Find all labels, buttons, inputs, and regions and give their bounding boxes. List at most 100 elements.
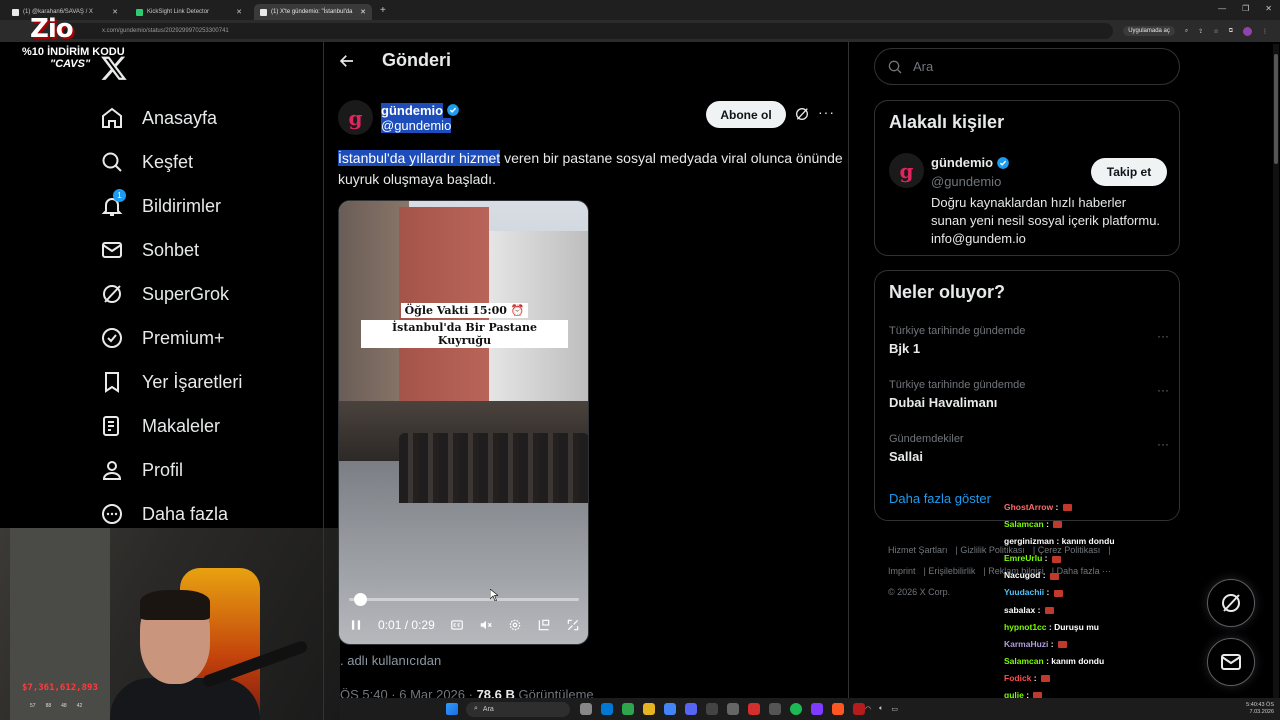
fullscreen-icon[interactable] [566, 618, 580, 632]
folder-icon[interactable] [643, 703, 655, 715]
battery-icon[interactable]: ▭ [891, 705, 898, 713]
related-name[interactable]: gündemio [931, 155, 993, 170]
app-icon[interactable] [853, 703, 865, 715]
page-scrollbar-thumb[interactable] [1274, 54, 1278, 164]
app-icon[interactable] [811, 703, 823, 715]
chat-emote-icon [1051, 555, 1061, 563]
app-icon[interactable] [832, 703, 844, 715]
app-icon[interactable] [580, 703, 592, 715]
verified-badge-icon [447, 104, 459, 116]
app-icon[interactable] [706, 703, 718, 715]
nav-bookmarks[interactable]: Yer İşaretleri [100, 360, 242, 404]
profile-icon [102, 461, 122, 480]
app-icon[interactable] [748, 703, 760, 715]
picture-in-picture-icon[interactable] [537, 618, 551, 632]
nav-articles[interactable]: Makaleler [100, 404, 242, 448]
share-icon[interactable]: ⇪ [1198, 28, 1203, 35]
author-avatar[interactable]: g [338, 100, 373, 135]
related-avatar[interactable]: g [889, 153, 924, 188]
mute-icon[interactable] [479, 618, 493, 632]
nav-label: Yer İşaretleri [142, 371, 243, 392]
nav-chat[interactable]: Sohbet [100, 228, 242, 272]
follow-button[interactable]: Takip et [1091, 158, 1167, 186]
grok-floating-button[interactable] [1207, 579, 1255, 627]
messages-floating-button[interactable] [1207, 638, 1255, 686]
tab-title: (1) X'te gündemio: "İstanbul'da [271, 9, 353, 15]
nav-notifications[interactable]: 1 Bildirimler [100, 184, 242, 228]
related-name-row[interactable]: gündemio [931, 155, 1010, 170]
url-field[interactable]: x.com/gundemio/status/202929997025330074… [62, 23, 1114, 39]
browser-menu-icon[interactable]: ⋮ [1262, 28, 1268, 35]
settings-gear-icon[interactable] [508, 618, 522, 632]
video-attribution[interactable]: . adlı kullanıcıdan [340, 653, 441, 668]
app-icon[interactable] [727, 703, 739, 715]
post-more-icon[interactable]: ··· [818, 104, 835, 120]
close-tab-icon[interactable]: ✕ [360, 8, 366, 16]
video-caption: Öğle Vakti 15:00 ⏰ İstanbul'da Bir Pasta… [361, 301, 568, 350]
footer-link[interactable]: Erişilebilirlik [928, 566, 975, 576]
chat-username: sabalax [1004, 604, 1036, 615]
new-tab-button[interactable]: + [380, 5, 386, 16]
profile-avatar-icon[interactable] [1243, 26, 1252, 36]
close-tab-icon[interactable]: ✕ [236, 8, 242, 16]
nav-home[interactable]: Anasayfa [100, 96, 242, 140]
trend-item[interactable]: Türkiye tarihinde gündemde Dubai Havalim… [889, 379, 1169, 410]
nav-premium[interactable]: Premium+ [100, 316, 242, 360]
author-name[interactable]: gündemio [381, 102, 444, 118]
nav-supergrok[interactable]: SuperGrok [100, 272, 242, 316]
x-logo-icon[interactable] [100, 54, 128, 82]
taskbar-search[interactable]: ⌕ Ara [466, 701, 570, 717]
spotify-icon[interactable] [790, 703, 802, 715]
windows-start-icon[interactable] [446, 703, 458, 715]
nav-explore[interactable]: Keşfet [100, 140, 242, 184]
restore-icon[interactable]: ❐ [1242, 4, 1249, 13]
trends-title: Neler oluyor? [889, 282, 1006, 302]
search-input[interactable]: Ara [874, 48, 1180, 85]
pause-icon[interactable] [349, 618, 363, 632]
related-handle[interactable]: @gundemio [931, 174, 1001, 189]
sponsor-logo-text: Zio [30, 14, 74, 44]
post-author[interactable]: g gündemio @gundemio [338, 100, 460, 135]
app-icon[interactable] [769, 703, 781, 715]
extensions-icon[interactable]: ⧉ [1229, 28, 1233, 35]
subscribe-button[interactable]: Abone ol [706, 101, 786, 128]
grok-explain-icon[interactable] [794, 106, 810, 122]
footer-link[interactable]: Imprint [888, 566, 916, 576]
post-video[interactable]: Öğle Vakti 15:00 ⏰ İstanbul'da Bir Pasta… [338, 200, 589, 645]
video-progress-bar[interactable] [349, 598, 579, 601]
related-people-title: Alakalı kişiler [889, 112, 1005, 132]
taskbar-clock[interactable]: 5:40:43 ÖS 7.03.2026 [1246, 702, 1274, 716]
minimize-icon[interactable]: — [1218, 4, 1226, 13]
bookmark-star-icon[interactable]: ☆ [1213, 28, 1218, 35]
captions-icon[interactable] [450, 618, 464, 632]
mail-icon [102, 242, 122, 258]
browser-tab-2[interactable]: KickSight Link Detector ✕ [130, 4, 248, 20]
chat-separator: : [1044, 587, 1052, 598]
wifi-icon[interactable]: ◠ [865, 705, 871, 713]
nav-label: Sohbet [142, 239, 200, 260]
browser-tab-3[interactable]: (1) X'te gündemio: "İstanbul'da ✕ [254, 4, 372, 20]
open-in-app-button[interactable]: Uygulamada aç [1123, 26, 1175, 36]
chat-text: kanım dondu [1051, 655, 1105, 666]
author-handle[interactable]: @gundemio [381, 117, 452, 133]
back-arrow-icon[interactable] [338, 52, 356, 70]
trend-item[interactable]: Türkiye tarihinde gündemde Bjk 1 ··· [889, 325, 1169, 356]
discord-icon[interactable] [685, 703, 697, 715]
video-progress-handle[interactable] [353, 593, 367, 606]
close-window-icon[interactable]: ✕ [1265, 4, 1272, 13]
app-icon[interactable] [622, 703, 634, 715]
volume-icon[interactable]: 🔈︎ [879, 705, 883, 713]
trend-more-icon[interactable]: ··· [1157, 437, 1169, 451]
trend-more-icon[interactable]: ··· [1157, 329, 1169, 343]
app-icon[interactable] [601, 703, 613, 715]
author-name-row[interactable]: gündemio [381, 102, 460, 118]
trend-item[interactable]: Gündemdekiler Sallai ··· [889, 433, 1169, 464]
show-more-link[interactable]: Daha fazla göster [889, 491, 991, 506]
chat-message: Fodick : [1004, 670, 1184, 687]
zoom-icon[interactable]: ⌕ [1185, 28, 1188, 35]
trend-more-icon[interactable]: ··· [1157, 383, 1169, 397]
nav-profile[interactable]: Profil [100, 448, 242, 492]
footer-link[interactable]: Hizmet Şartları [888, 545, 948, 555]
follow-label: Takip et [1106, 165, 1152, 179]
chrome-icon[interactable] [664, 703, 676, 715]
